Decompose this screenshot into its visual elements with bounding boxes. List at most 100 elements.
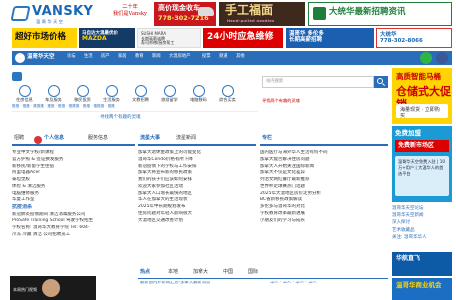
ad-sushi[interactable]: SUSHI MARA 长期高薪诚聘 寿司师傅/厨房帮工 xyxy=(137,28,201,48)
list-item[interactable]: 专业中文学校/新课程 xyxy=(12,150,135,157)
ad-business[interactable]: 温哥华商业机会 xyxy=(392,278,452,300)
category-education[interactable]: 文教招聘 xyxy=(128,85,153,103)
list-item[interactable]: 多伦多与温哥华的对比 xyxy=(260,204,388,211)
nav-item-7[interactable]: 投票 xyxy=(202,54,211,60)
list-item[interactable]: 新冠肺炎疫情期间 清洁消毒服务公司 xyxy=(12,212,135,219)
computer-icon xyxy=(192,85,205,97)
tab-column[interactable]: 专栏 xyxy=(262,135,272,142)
list-item[interactable]: 我们的孩子们应该如何安排 xyxy=(138,177,256,184)
list-item[interactable]: ProSafe Training School 驾驶学校招生 xyxy=(12,218,135,225)
list-item[interactable]: 学校教育改革最新进展 xyxy=(260,211,388,218)
list-item[interactable]: 学校名称: 温哥华大教育学院 Tel: 604- xyxy=(12,225,135,232)
tab-services[interactable]: 服务信息 xyxy=(88,135,108,142)
tab-personal[interactable]: 个人信息 xyxy=(44,135,64,142)
nav-item-2[interactable]: 房产 xyxy=(101,54,110,60)
ad-recruit[interactable]: 大统华最新招聘资讯 xyxy=(308,2,452,26)
list-item[interactable]: 冷冻 冷藏 清洁 公司招聘员工 xyxy=(12,232,135,239)
list-item[interactable]: 加拿大将宣布新的移民政策 xyxy=(138,170,256,177)
nav-item-8[interactable]: 频道 xyxy=(219,54,228,60)
nav-item-4[interactable]: 教育 xyxy=(135,54,144,60)
list-item[interactable]: 泰坦塑胶 xyxy=(12,177,135,184)
list-item[interactable]: 电脑维修服务 xyxy=(12,191,135,198)
bottom-news-1[interactable]: 最新国内外新闻汇总-加拿大最新消息 xyxy=(140,281,260,286)
category-travel[interactable]: 旅游留学 xyxy=(157,85,182,103)
list-item[interactable]: 阿里电器Acer xyxy=(12,170,135,177)
list-item[interactable]: 欢迎大家参加社区活动 xyxy=(138,184,256,191)
tab-news[interactable]: 流星新闻 xyxy=(176,135,196,142)
list-item[interactable]: 加拿大不仅是文化差异 xyxy=(260,170,388,177)
list-item[interactable]: 小朋友们的学习与成长 xyxy=(260,218,388,225)
list-item[interactable]: 温哥华Condo价格有所下降 xyxy=(138,157,256,164)
plane-icon xyxy=(163,85,176,97)
list-item[interactable]: 新移民/新留学生住宿 xyxy=(12,164,135,171)
list-item[interactable]: 加拿大人口增长最快的地区 xyxy=(138,191,256,198)
list-item[interactable]: 官方护照 & 签证换发服务 xyxy=(12,157,135,164)
nav-item-9[interactable]: 其他 xyxy=(236,54,245,60)
tab-big-events[interactable]: 流星大事 xyxy=(140,135,160,142)
wechat-icon[interactable] xyxy=(420,52,432,64)
search-button[interactable] xyxy=(374,76,388,88)
list-item[interactable]: 华夏工作室 xyxy=(12,197,135,204)
tab-international[interactable]: 国际 xyxy=(248,269,258,276)
search-input[interactable]: 站内搜索 xyxy=(262,76,374,88)
category-housing[interactable]: 住房信息 xyxy=(12,85,37,103)
ad-toilet-sale[interactable]: 高质智能马桶 仓储式大促销 海量现货 · 立即购买 xyxy=(392,68,452,124)
nav-item-5[interactable]: 新闻 xyxy=(152,54,161,60)
list-item[interactable]: 大温地区交通改善计划 xyxy=(138,218,256,225)
list-item[interactable]: 住房问题对年轻人影响很大 xyxy=(138,211,256,218)
person-image xyxy=(42,279,60,297)
tab-china[interactable]: 中国 xyxy=(223,269,233,276)
tab-local[interactable]: 本地 xyxy=(168,269,178,276)
list-item[interactable]: 新冠疫情下的学校与工作安排 xyxy=(138,164,256,171)
list-item[interactable]: 加拿大能否解决住房问题 xyxy=(260,157,388,164)
nav-title[interactable]: 温哥华天空 xyxy=(27,54,55,60)
ad-mazda[interactable]: 马自达大温最优价 MAZDA xyxy=(79,28,135,48)
category-computer[interactable]: 电脑数码 xyxy=(186,85,211,103)
right-link[interactable]: 温哥华天空论坛 xyxy=(392,205,426,212)
ad-cash-car[interactable]: 高价现金收车 778-302-7216 xyxy=(154,2,216,26)
ad-airline[interactable]: 华航直飞 xyxy=(392,252,452,276)
list-item[interactable]: 世界杯足球赛热门话题 xyxy=(260,184,388,191)
search-hint[interactable]: 寻找两个有趣的灵魂 xyxy=(262,98,388,104)
list-item[interactable]: 华人在加拿大的生活现状 xyxy=(138,197,256,204)
nav-item-1[interactable]: 生活 xyxy=(84,54,93,60)
ad-market-price[interactable]: 超好市场价格 xyxy=(12,28,77,48)
video-thumbnail[interactable]: 本周热门视频 xyxy=(10,276,96,300)
list-item[interactable]: 体检 & 清洁服务 xyxy=(12,184,135,191)
list-item[interactable]: 国内医疗与海外华人生活有何不同 xyxy=(260,150,388,157)
tab-canada[interactable]: 加拿大 xyxy=(193,269,208,276)
ad-noodles[interactable]: 手工福面 Hand-pulled noodles xyxy=(219,2,305,26)
right-link[interactable]: 温哥华天空新闻 xyxy=(392,212,426,219)
sub-links[interactable]: 推推 · 推推 · 推推推 · 推推 · 推推 · 推推推 · 推推 · 推推推… xyxy=(12,104,262,108)
category-car[interactable]: 车及服务 xyxy=(41,85,66,103)
category-immigration[interactable]: 移民投资 xyxy=(70,85,95,103)
ad-hiring[interactable]: 温哥华 多伦多 长期高薪招聘 xyxy=(286,28,374,48)
nav-item-3[interactable]: 家居 xyxy=(118,54,127,60)
nav-item-6[interactable]: 大温房地产 xyxy=(169,54,190,60)
search-placeholder: 站内搜索 xyxy=(266,79,284,84)
nav-item-0[interactable]: 论坛 xyxy=(67,54,76,60)
car-icon xyxy=(47,85,60,97)
tab-recruit[interactable]: 招聘 xyxy=(14,135,24,142)
find-link[interactable]: 寻找两个有趣的灵魂 xyxy=(100,115,141,120)
list-item[interactable]: 2025年大温地区房价走势分析 xyxy=(260,191,388,198)
right-link[interactable]: 深入探讨 xyxy=(392,219,426,226)
ad-emergency-repair[interactable]: 24小时应急维修 xyxy=(203,28,283,48)
list-item[interactable]: 列治文网红餐厅最新推荐 xyxy=(260,177,388,184)
list-item[interactable]: BC省新移民政策解读 xyxy=(260,197,388,204)
list-item[interactable]: 加拿大人开始关注国际新闻 xyxy=(260,164,388,171)
bottom-news-2[interactable]: 华人 · 华人 · 华人 · 华人 xyxy=(270,281,388,286)
ad-tt[interactable]: 大统华 778-302-8066 xyxy=(376,28,452,48)
site-logo[interactable]: VANSKY 温哥华天空 xyxy=(10,3,104,25)
category-trade[interactable]: 综合买卖 xyxy=(215,85,240,103)
list-item[interactable]: 2025年中长期规划发布 xyxy=(138,204,256,211)
category-life[interactable]: 生活服务 xyxy=(99,85,124,103)
tab-hot[interactable]: 热点 xyxy=(140,269,150,276)
slogan-line2: 我们是Vansky xyxy=(112,11,147,18)
ad-free-join[interactable]: 免费加盟 免费新市场区 温哥华天空免费入驻 | 10万+用户 | 大温华人的首选… xyxy=(392,126,452,202)
facebook-icon[interactable] xyxy=(436,52,448,64)
right-link[interactable]: 关注: 温哥华华人 xyxy=(392,234,426,241)
right-link[interactable]: 艺术收藏品 xyxy=(392,227,426,234)
home-icon[interactable] xyxy=(15,53,25,63)
list-item[interactable]: 加拿大退休金政策上的可能变化 xyxy=(138,150,256,157)
